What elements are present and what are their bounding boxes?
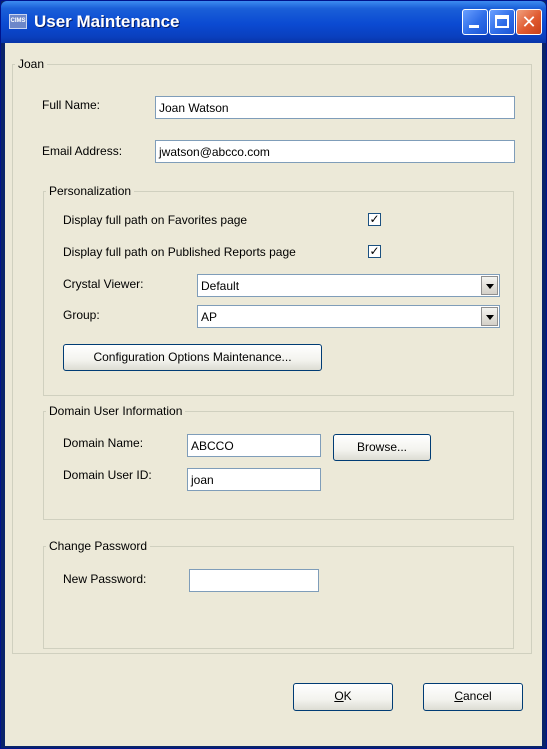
crystal-viewer-label: Crystal Viewer: (63, 277, 144, 291)
title-bar[interactable]: CIMS User Maintenance ✕ (1, 1, 546, 43)
group-label: Group: (63, 308, 100, 322)
group-select[interactable]: AP (197, 305, 500, 328)
cancel-label: ancel (462, 689, 492, 703)
user-group-legend: Joan (18, 57, 45, 71)
domain-user-legend: Domain User Information (49, 404, 183, 418)
new-password-field[interactable] (189, 569, 319, 592)
chevron-down-icon[interactable] (481, 307, 498, 326)
window-title: User Maintenance (34, 12, 180, 31)
crystal-viewer-select[interactable]: Default (197, 274, 500, 297)
ok-button[interactable]: OK (293, 683, 393, 711)
full-name-field[interactable]: Joan Watson (155, 96, 515, 119)
crystal-viewer-value: Default (201, 279, 240, 293)
email-field[interactable]: jwatson@abcco.com (155, 140, 515, 163)
ok-accel: O (334, 689, 344, 703)
domain-name-label: Domain Name: (63, 436, 144, 450)
close-icon: ✕ (521, 12, 537, 32)
cancel-accel: C (454, 689, 463, 703)
full-name-label: Full Name: (42, 98, 101, 112)
favorites-path-label: Display full path on Favorites page (63, 213, 248, 227)
domain-user-id-field[interactable]: joan (187, 468, 321, 491)
email-label: Email Address: (42, 144, 123, 158)
minimize-button[interactable] (462, 9, 488, 35)
new-password-label: New Password: (63, 572, 147, 586)
minimize-icon (469, 25, 479, 28)
published-path-checkbox[interactable]: ✓ (368, 245, 381, 258)
chevron-down-icon[interactable] (481, 276, 498, 295)
cancel-button[interactable]: Cancel (423, 683, 523, 711)
change-password-legend: Change Password (49, 539, 148, 553)
browse-button[interactable]: Browse... (333, 434, 431, 461)
change-password-group: Change Password (43, 539, 514, 649)
published-path-label: Display full path on Published Reports p… (63, 245, 296, 259)
ok-label: K (343, 689, 352, 703)
domain-name-field[interactable]: ABCCO (187, 434, 321, 457)
user-maintenance-window: CIMS User Maintenance ✕ Joan Full Name: … (0, 0, 547, 749)
maximize-icon (495, 15, 509, 28)
domain-user-group: Domain User Information (43, 404, 514, 520)
close-button[interactable]: ✕ (516, 9, 542, 35)
favorites-path-checkbox[interactable]: ✓ (368, 213, 381, 226)
personalization-legend: Personalization (49, 184, 132, 198)
group-value: AP (201, 310, 218, 324)
config-options-button[interactable]: Configuration Options Maintenance... (63, 344, 322, 371)
domain-user-id-label: Domain User ID: (63, 468, 152, 482)
dialog-body: Joan Full Name: Joan Watson Email Addres… (5, 43, 542, 746)
maximize-button[interactable] (489, 9, 515, 35)
app-icon: CIMS (9, 14, 27, 29)
